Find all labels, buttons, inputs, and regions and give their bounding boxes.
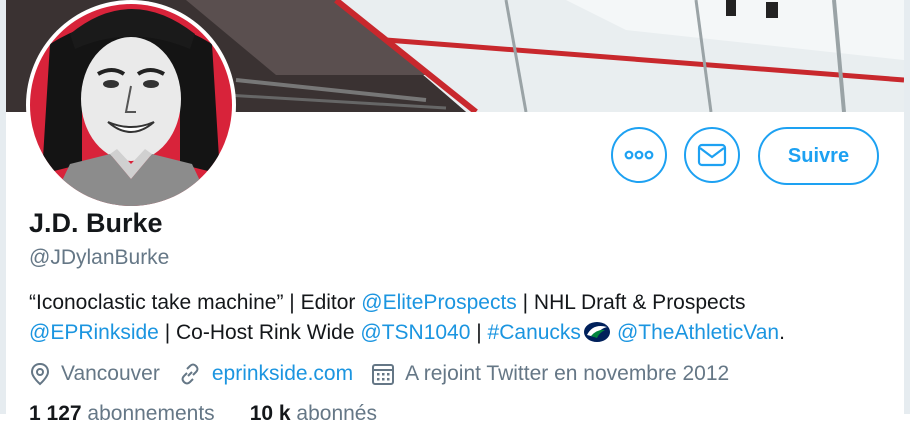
bio-line-1: “Iconoclastic take machine” | Editor @El… — [29, 288, 889, 318]
mention-link-theathleticvan[interactable]: @TheAthleticVan — [617, 321, 779, 344]
website-item: eprinkside.com — [178, 362, 353, 386]
profile-handle: @JDylanBurke — [29, 246, 170, 269]
mention-link-eliteprospects[interactable]: @EliteProspects — [361, 291, 517, 314]
envelope-icon — [697, 143, 727, 167]
bio-text: | — [470, 321, 488, 344]
location-pin-icon — [30, 362, 50, 386]
follow-button[interactable]: Suivre — [758, 127, 879, 185]
location-text: Vancouver — [61, 362, 160, 385]
mention-link-tsn1040[interactable]: @TSN1040 — [360, 321, 470, 344]
message-button[interactable] — [684, 127, 740, 183]
profile-meta: Vancouver eprinkside.com A rejoint Twitt… — [29, 358, 747, 390]
bio-text: | NHL Draft & Prospects — [516, 291, 746, 314]
joined-item: A rejoint Twitter en novembre 2012 — [371, 362, 729, 386]
profile-bio: “Iconoclastic take machine” | Editor @El… — [29, 288, 889, 348]
calendar-icon — [372, 364, 395, 385]
bio-text: . — [779, 321, 785, 344]
bio-text: | Co-Host Rink Wide — [158, 321, 361, 344]
canucks-logo-icon — [583, 321, 611, 343]
ellipsis-icon — [624, 150, 654, 160]
page-frame-right — [904, 0, 910, 414]
link-icon — [181, 363, 199, 385]
joined-text: A rejoint Twitter en novembre 2012 — [405, 362, 730, 385]
bio-line-2: @EPRinkside | Co-Host Rink Wide @TSN1040… — [29, 318, 889, 348]
mention-link-eprinkside[interactable]: @EPRinkside — [29, 321, 159, 344]
profile-stats: 1 127 abonnements 10 k abonnés — [29, 402, 377, 426]
profile-name: J.D. Burke — [29, 208, 163, 238]
bio-text: “Iconoclastic take machine” | Editor — [29, 291, 362, 314]
hashtag-link-canucks[interactable]: #Canucks — [488, 321, 581, 344]
website-link[interactable]: eprinkside.com — [212, 362, 353, 386]
location-item: Vancouver — [29, 362, 160, 386]
more-options-button[interactable] — [611, 127, 667, 183]
avatar[interactable] — [26, 0, 236, 210]
